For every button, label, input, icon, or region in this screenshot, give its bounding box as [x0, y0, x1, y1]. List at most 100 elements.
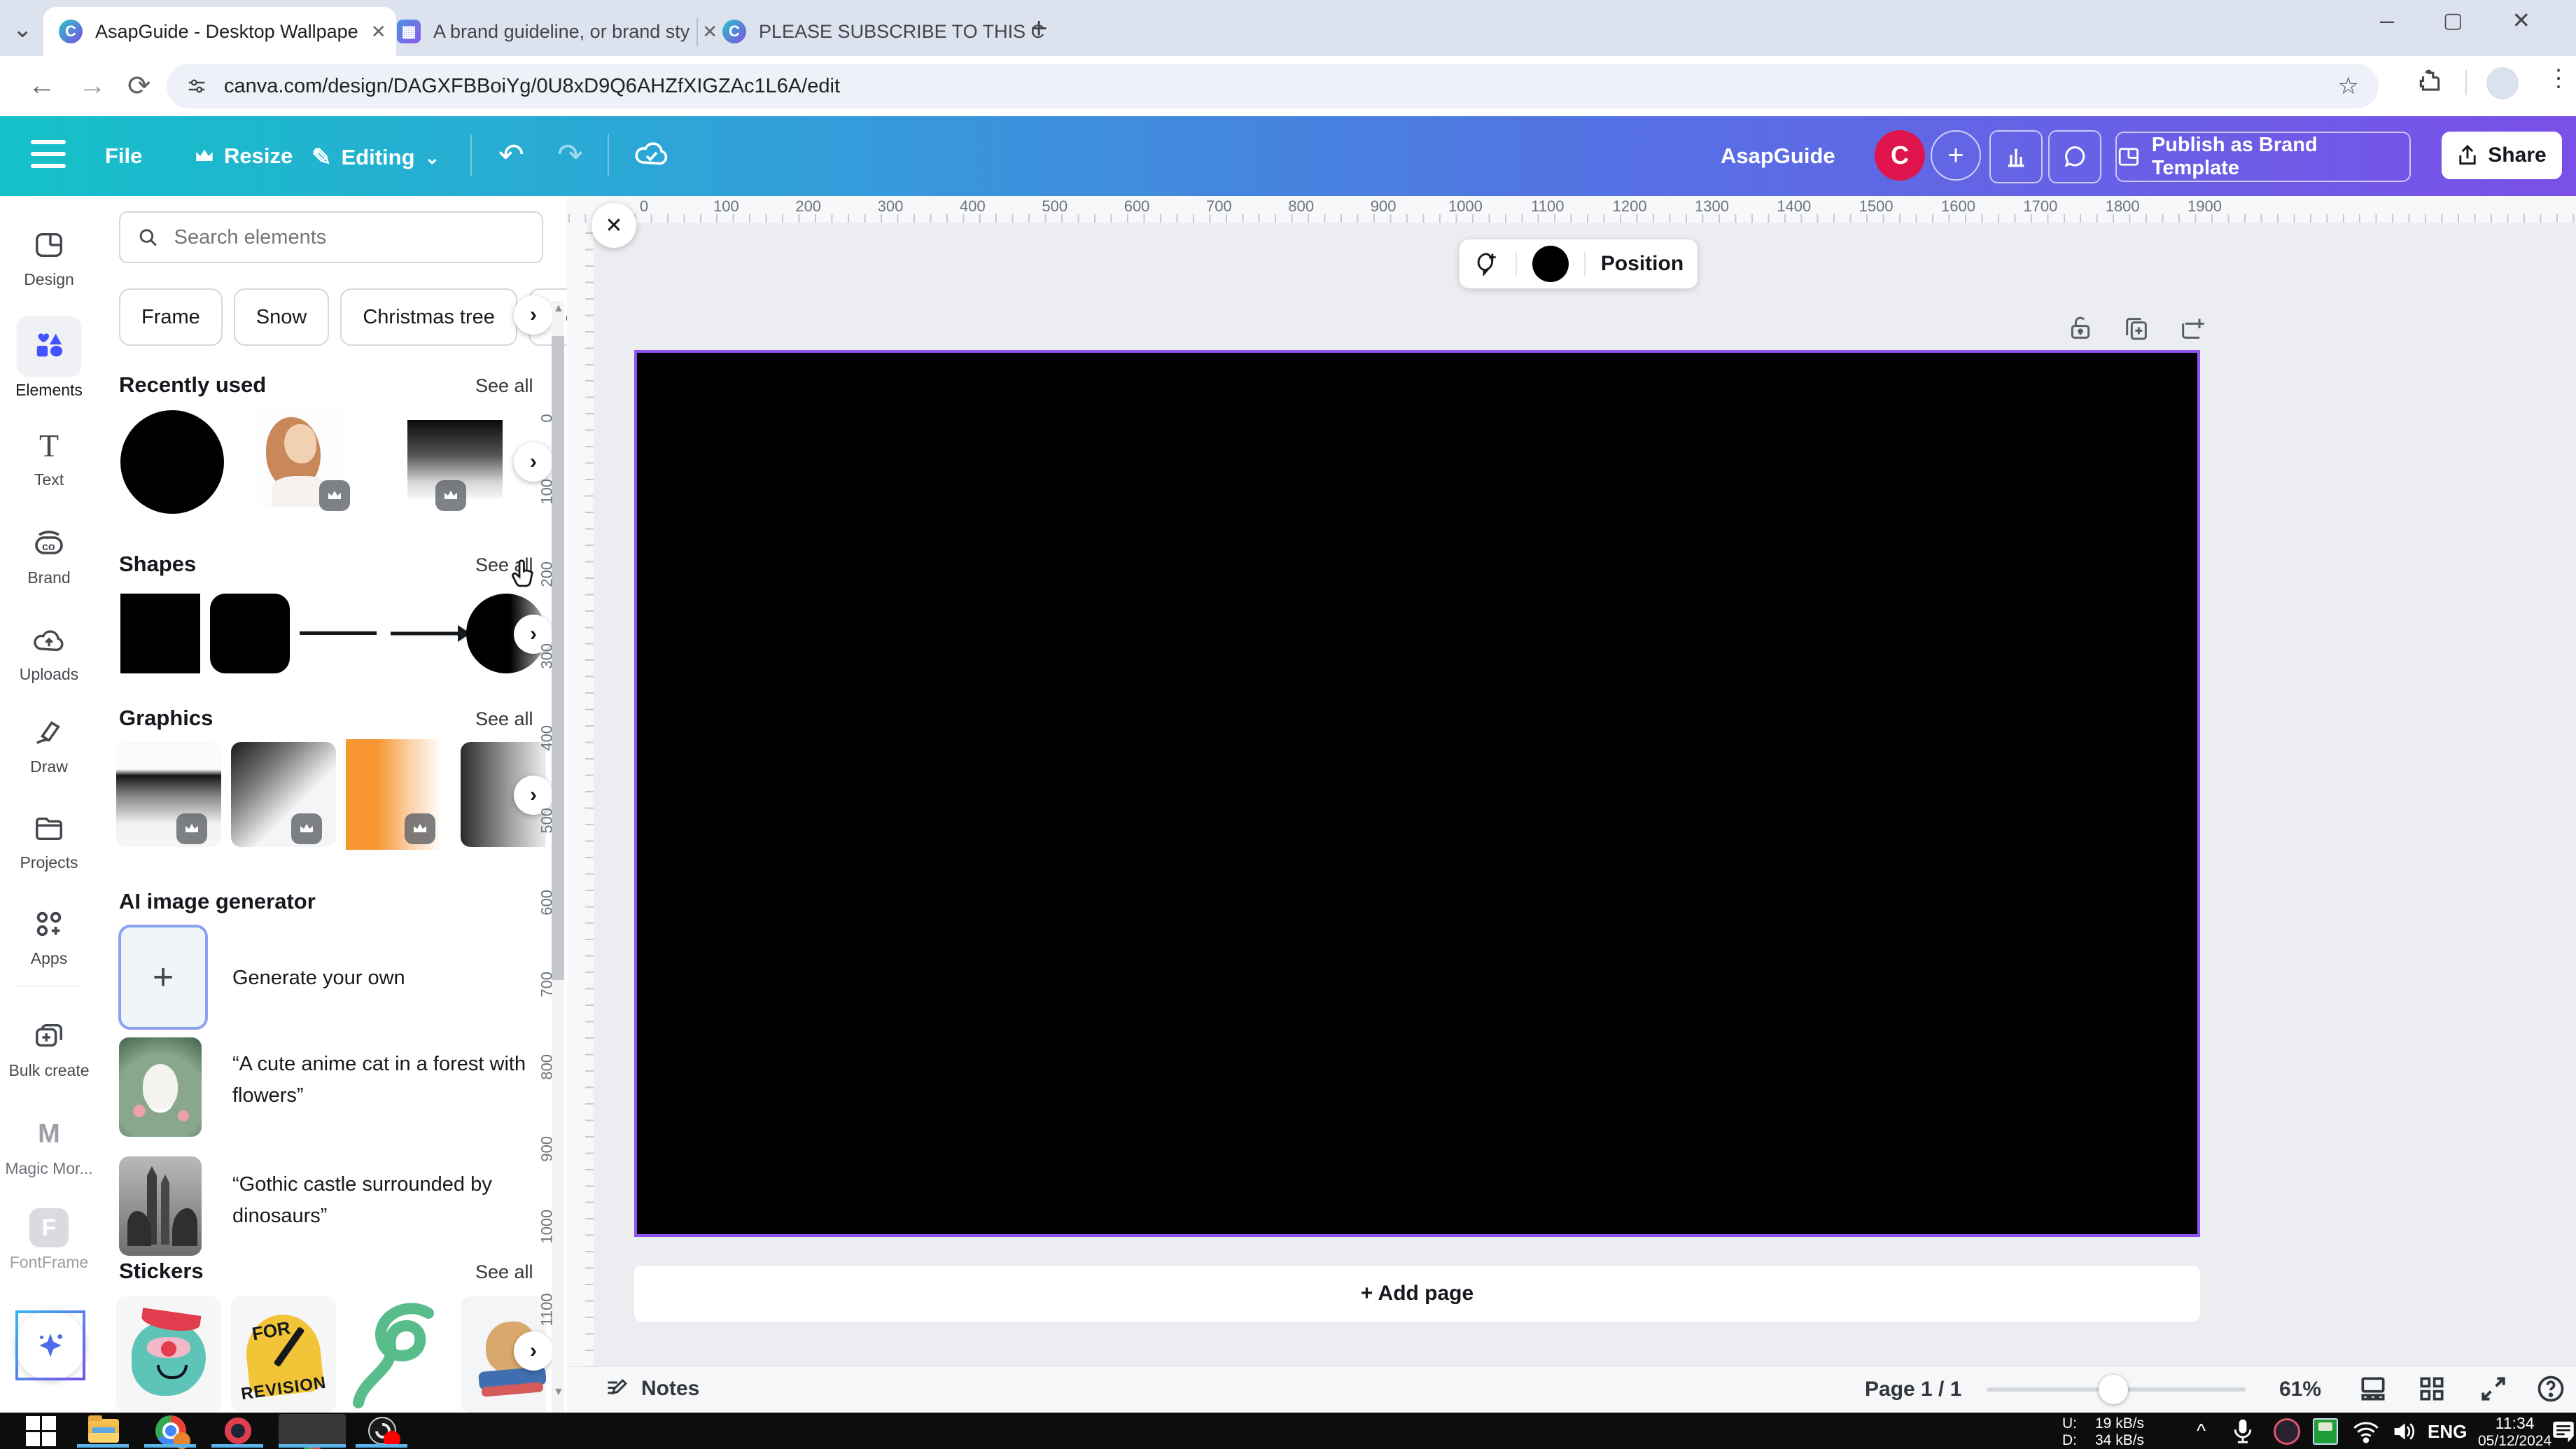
recently-used-see-all[interactable]: See all [475, 375, 533, 397]
account-avatar[interactable]: C [1875, 130, 1925, 181]
clock[interactable]: 11:34 05/12/2024 [2478, 1414, 2552, 1449]
shape-line[interactable] [300, 631, 377, 635]
url-pill[interactable]: canva.com/design/DAGXFBBoiYg/0U8xD9Q6AHZ… [167, 64, 2379, 108]
microphone-icon[interactable] [2230, 1417, 2255, 1448]
ai-prompt-cat-thumb[interactable] [119, 1037, 202, 1137]
profile-avatar[interactable] [2486, 67, 2519, 99]
stickers-scroll-right-icon[interactable]: › [514, 1331, 553, 1371]
grid-view-pages-icon[interactable] [2358, 1373, 2388, 1408]
bulk-create-icon [29, 1016, 69, 1056]
sidebar-item-fontframe[interactable]: F FontFrame [0, 1208, 98, 1272]
browser-tab-3[interactable]: C PLEASE SUBSCRIBE TO THIS CH ✕ [707, 7, 1046, 56]
back-icon[interactable]: ← [28, 70, 56, 102]
sidebar-item-projects[interactable]: Projects [0, 808, 98, 872]
fullscreen-icon[interactable] [2478, 1373, 2509, 1408]
opera-icon[interactable] [223, 1415, 253, 1446]
sidebar-item-brand[interactable]: co Brand [0, 524, 98, 587]
shape-square[interactable] [120, 594, 200, 673]
sidebar-item-apps[interactable]: Apps [0, 904, 98, 968]
ai-prompt-cat-label[interactable]: “A cute anime cat in a forest with flowe… [232, 1049, 533, 1112]
ai-prompt-castle-thumb[interactable] [119, 1156, 202, 1256]
generate-your-own-button[interactable]: + [119, 925, 207, 1029]
forward-icon[interactable]: → [78, 70, 106, 102]
fill-color-swatch[interactable] [1532, 246, 1569, 282]
maximize-button[interactable]: ▢ [2443, 8, 2463, 33]
new-tab-button[interactable]: + [1030, 11, 1048, 45]
shape-rounded-square[interactable] [210, 594, 290, 673]
bookmark-star-icon[interactable]: ☆ [2338, 72, 2359, 100]
browser-tab-2[interactable]: ▦ A brand guideline, or brand sty ✕ [382, 7, 720, 56]
browser-menu-icon[interactable]: ⋮ [2547, 64, 2570, 92]
editing-mode-dropdown[interactable]: ✎ Editing ⌄ [312, 144, 440, 172]
sidebar-item-uploads[interactable]: Uploads [0, 620, 98, 684]
file-explorer-icon[interactable] [88, 1415, 119, 1446]
invite-member-button[interactable]: + [1931, 130, 1981, 181]
sidebar-item-text[interactable]: T Text [0, 426, 98, 489]
position-button[interactable]: Position [1601, 252, 1684, 276]
tab-search-dropdown-icon[interactable]: ⌄ [13, 15, 33, 43]
comments-button[interactable] [2048, 130, 2101, 183]
sidebar-item-bulk-create[interactable]: Bulk create [0, 1016, 98, 1080]
duplicate-page-icon[interactable] [2122, 314, 2150, 343]
notes-icon [608, 1378, 628, 1395]
publish-brand-template-button[interactable]: Publish as Brand Template [2115, 132, 2411, 182]
chip-christmas-tree[interactable]: Christmas tree [340, 288, 517, 346]
sticker-santa-thumb[interactable] [116, 1296, 221, 1413]
notes-button[interactable]: Notes [605, 1376, 699, 1401]
add-comment-icon[interactable] [1474, 251, 1500, 277]
graphics-see-all[interactable]: See all [475, 708, 533, 730]
sidebar-item-elements[interactable]: Elements [0, 316, 98, 400]
sidebar-item-magic-morph[interactable]: M Magic Mor... [0, 1114, 98, 1178]
chip-snow[interactable]: Snow [233, 288, 330, 346]
undo-icon[interactable]: ↶ [498, 137, 524, 173]
sidebar-item-design[interactable]: Design [0, 225, 98, 289]
browser-tab-1[interactable]: C AsapGuide - Desktop Wallpape ✕ [43, 7, 396, 56]
lock-icon[interactable] [2066, 314, 2094, 343]
tray-opera-icon[interactable] [2274, 1418, 2300, 1445]
file-menu[interactable]: File [105, 144, 142, 169]
extensions-icon[interactable] [2416, 69, 2443, 99]
chip-frame[interactable]: Frame [119, 288, 223, 346]
sticker-green-spiral-thumb[interactable] [346, 1292, 451, 1413]
tray-green-app-icon[interactable] [2313, 1418, 2338, 1445]
minimize-button[interactable]: – [2380, 6, 2394, 35]
insights-button[interactable] [1989, 130, 2043, 183]
url-text[interactable]: canva.com/design/DAGXFBBoiYg/0U8xD9Q6AHZ… [224, 75, 840, 98]
elements-icon [18, 316, 80, 375]
generate-your-own-label[interactable]: Generate your own [232, 962, 405, 994]
ai-prompt-castle-label[interactable]: “Gothic castle surrounded by dinosaurs” [232, 1169, 533, 1232]
grid-view-icon[interactable] [2416, 1373, 2447, 1408]
tray-expand-icon[interactable]: ^ [2197, 1420, 2206, 1442]
add-page-icon[interactable] [2178, 314, 2206, 343]
reload-icon[interactable]: ⟳ [127, 70, 151, 102]
recent-scroll-right-icon[interactable]: › [514, 442, 553, 482]
start-button[interactable] [25, 1415, 56, 1446]
shape-arrow[interactable] [388, 616, 472, 654]
notifications-icon[interactable] [2551, 1418, 2576, 1447]
stickers-see-all[interactable]: See all [475, 1261, 533, 1283]
speaker-icon[interactable] [2390, 1418, 2418, 1448]
home-menu-icon[interactable] [31, 140, 66, 168]
close-panel-button[interactable]: ✕ [592, 203, 636, 248]
recent-black-circle-thumb[interactable] [120, 410, 224, 514]
ai-assistant-button[interactable] [15, 1310, 85, 1380]
chrome-profile1-icon[interactable] [155, 1415, 190, 1449]
language-indicator[interactable]: ENG [2428, 1421, 2467, 1443]
search-input[interactable] [172, 225, 525, 250]
help-icon[interactable] [2535, 1373, 2566, 1408]
sidebar-item-draw[interactable]: Draw [0, 713, 98, 776]
share-button[interactable]: Share [2442, 132, 2562, 179]
add-page-button[interactable]: + Add page [634, 1266, 2200, 1322]
design-page[interactable] [634, 350, 2200, 1237]
resize-button[interactable]: Resize [195, 144, 293, 169]
obs-icon[interactable] [367, 1415, 400, 1448]
zoom-slider-thumb[interactable] [2099, 1375, 2128, 1404]
chips-scroll-right-icon[interactable]: › [514, 295, 553, 335]
search-elements-box[interactable] [119, 211, 543, 263]
wifi-icon[interactable] [2352, 1418, 2380, 1448]
redo-icon[interactable]: ↷ [557, 137, 583, 173]
scrollbar-up-icon[interactable]: ▲ [553, 302, 564, 315]
sticker-for-revision-thumb[interactable]: FOR REVISION [231, 1296, 336, 1413]
scrollbar-down-icon[interactable]: ▼ [553, 1386, 564, 1399]
close-window-button[interactable]: ✕ [2512, 7, 2530, 34]
